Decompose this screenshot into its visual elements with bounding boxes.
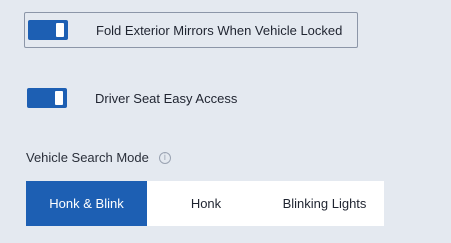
fold-mirrors-setting[interactable]: Fold Exterior Mirrors When Vehicle Locke… bbox=[24, 12, 358, 48]
info-icon[interactable]: i bbox=[158, 151, 171, 164]
toggle-knob bbox=[55, 91, 63, 105]
driver-seat-label: Driver Seat Easy Access bbox=[95, 90, 238, 106]
fold-mirrors-toggle[interactable] bbox=[28, 20, 68, 40]
option-honk-blink[interactable]: Honk & Blink bbox=[26, 181, 147, 226]
option-honk[interactable]: Honk bbox=[147, 181, 265, 226]
toggle-knob bbox=[56, 23, 64, 37]
option-blinking-lights[interactable]: Blinking Lights bbox=[265, 181, 384, 226]
vehicle-search-title: Vehicle Search Mode bbox=[26, 150, 149, 165]
vehicle-search-heading: Vehicle Search Mode i bbox=[26, 150, 171, 165]
driver-seat-setting[interactable]: Driver Seat Easy Access bbox=[24, 82, 237, 114]
vehicle-search-mode-selector: Honk & Blink Honk Blinking Lights bbox=[26, 181, 384, 226]
driver-seat-toggle[interactable] bbox=[27, 88, 67, 108]
fold-mirrors-label: Fold Exterior Mirrors When Vehicle Locke… bbox=[96, 22, 343, 38]
